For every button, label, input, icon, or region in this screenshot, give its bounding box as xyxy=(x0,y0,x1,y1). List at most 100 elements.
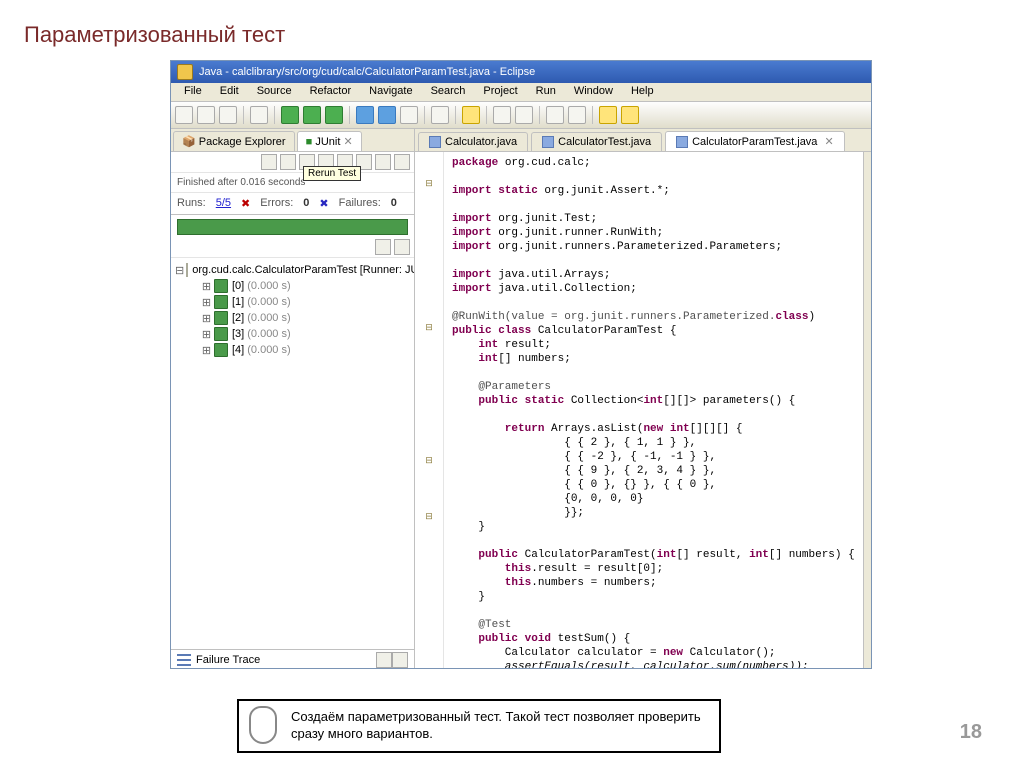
code-content[interactable]: package org.cud.calc; import static org.… xyxy=(444,152,863,669)
menu-help[interactable]: Help xyxy=(622,83,663,101)
menu-source[interactable]: Source xyxy=(248,83,301,101)
editor-area: Calculator.java CalculatorTest.java Calc… xyxy=(415,129,872,669)
forward-icon[interactable] xyxy=(621,106,639,124)
caption-box: Создаём параметризованный тест. Такой те… xyxy=(237,699,721,753)
compare-icon[interactable] xyxy=(376,652,392,668)
search-icon[interactable] xyxy=(431,106,449,124)
pin-icon[interactable] xyxy=(375,154,391,170)
suite-icon xyxy=(186,263,188,277)
gear-icon[interactable] xyxy=(462,106,480,124)
tree-test[interactable]: ⊞[1](0.000 s) xyxy=(173,294,412,310)
tab-package-explorer[interactable]: 📦 Package Explorer xyxy=(173,131,295,151)
code-editor[interactable]: ⊟ ⊟ ⊟ ⊟ package org.cud.calc; import sta… xyxy=(415,152,872,669)
tree-test[interactable]: ⊞[3](0.000 s) xyxy=(173,326,412,342)
junit-counts: Runs: 5/5 ✖Errors: 0 ✖Failures: 0 xyxy=(171,193,414,215)
toolbar-sep xyxy=(455,106,456,124)
menu-refactor[interactable]: Refactor xyxy=(301,83,361,101)
titlebar[interactable]: Java - calclibrary/src/org/cud/calc/Calc… xyxy=(171,61,871,83)
scroll-lock-icon[interactable] xyxy=(394,239,410,255)
vertical-scrollbar[interactable] xyxy=(863,152,872,669)
toolbar-sep xyxy=(349,106,350,124)
tree-test[interactable]: ⊞[0](0.000 s) xyxy=(173,278,412,294)
menu-navigate[interactable]: Navigate xyxy=(360,83,421,101)
tree-root[interactable]: ⊟org.cud.calc.CalculatorParamTest [Runne… xyxy=(173,262,412,278)
task2-icon[interactable] xyxy=(515,106,533,124)
menu-file[interactable]: File xyxy=(175,83,211,101)
java-file-icon xyxy=(429,136,441,148)
gutter[interactable]: ⊟ ⊟ ⊟ ⊟ xyxy=(415,152,444,669)
save-all-icon[interactable] xyxy=(219,106,237,124)
build-icon[interactable] xyxy=(250,106,268,124)
menubar: File Edit Source Refactor Navigate Searc… xyxy=(171,83,871,102)
menu-search[interactable]: Search xyxy=(422,83,475,101)
editor-tab-calculator[interactable]: Calculator.java xyxy=(418,132,528,151)
junit-toolbar xyxy=(171,152,414,173)
run-icon[interactable] xyxy=(303,106,321,124)
ed-tab-label: CalculatorTest.java xyxy=(558,136,651,148)
tree-test[interactable]: ⊞[2](0.000 s) xyxy=(173,310,412,326)
failures-value: 0 xyxy=(391,197,397,210)
runs-label: Runs: xyxy=(177,197,206,210)
failure-trace-label: Failure Trace xyxy=(196,654,260,666)
back-icon[interactable] xyxy=(599,106,617,124)
menu-icon[interactable] xyxy=(394,154,410,170)
test-label: [2] xyxy=(232,312,244,324)
tree-test[interactable]: ⊞[4](0.000 s) xyxy=(173,342,412,358)
test-label: [4] xyxy=(232,344,244,356)
errors-value: 0 xyxy=(303,197,309,210)
new-icon[interactable] xyxy=(175,106,193,124)
java-file-icon xyxy=(676,136,688,148)
filter-icon[interactable] xyxy=(392,652,408,668)
toolbar-sep xyxy=(539,106,540,124)
test-time: (0.000 s) xyxy=(247,280,290,292)
toolbar-sep xyxy=(486,106,487,124)
layout-icon[interactable] xyxy=(375,239,391,255)
runs-value: 5/5 xyxy=(216,197,231,210)
tab-junit[interactable]: ■ JUnit ✕ xyxy=(297,131,362,151)
new-package-icon[interactable] xyxy=(356,106,374,124)
tree-label: org.cud.calc.CalculatorParamTest [Runner… xyxy=(192,264,414,276)
eclipse-icon xyxy=(177,64,193,80)
errors-label: Errors: xyxy=(260,197,293,210)
open-type-icon[interactable] xyxy=(400,106,418,124)
toolbar xyxy=(171,102,871,129)
test-label: [3] xyxy=(232,328,244,340)
next-fail-icon[interactable] xyxy=(261,154,277,170)
debug-icon[interactable] xyxy=(281,106,299,124)
eclipse-window: Java - calclibrary/src/org/cud/calc/Calc… xyxy=(170,60,872,669)
run-last-icon[interactable] xyxy=(325,106,343,124)
junit-view: 📦 Package Explorer ■ JUnit ✕ Finished af… xyxy=(171,129,415,669)
menu-run[interactable]: Run xyxy=(527,83,565,101)
close-icon[interactable]: ✕ xyxy=(824,135,833,148)
editor-tab-paramtest[interactable]: CalculatorParamTest.java✕ xyxy=(665,131,845,151)
slide-title: Параметризованный тест xyxy=(24,22,285,48)
junit-progress xyxy=(177,219,408,235)
ed-tab-label: Calculator.java xyxy=(445,136,517,148)
menu-edit[interactable]: Edit xyxy=(211,83,248,101)
mark2-icon[interactable] xyxy=(568,106,586,124)
test-pass-icon xyxy=(214,279,228,293)
new-class-icon[interactable] xyxy=(378,106,396,124)
toolbar-sep xyxy=(274,106,275,124)
junit-tree[interactable]: ⊟org.cud.calc.CalculatorParamTest [Runne… xyxy=(171,258,414,649)
toolbar-sep xyxy=(592,106,593,124)
menu-window[interactable]: Window xyxy=(565,83,622,101)
menu-project[interactable]: Project xyxy=(474,83,526,101)
caption-text: Создаём параметризованный тест. Такой те… xyxy=(291,709,709,743)
tree-toolbar xyxy=(171,239,414,258)
editor-tab-calculatortest[interactable]: CalculatorTest.java xyxy=(531,132,662,151)
failure-trace-panel[interactable]: Failure Trace xyxy=(171,649,414,669)
junit-status: Finished after 0.016 seconds xyxy=(171,173,414,193)
mouse-icon xyxy=(249,706,277,746)
view-tabs: 📦 Package Explorer ■ JUnit ✕ xyxy=(171,129,414,152)
save-icon[interactable] xyxy=(197,106,215,124)
toolbar-sep xyxy=(243,106,244,124)
mark-icon[interactable] xyxy=(546,106,564,124)
tab-label: JUnit xyxy=(315,136,340,148)
test-pass-icon xyxy=(214,311,228,325)
task-icon[interactable] xyxy=(493,106,511,124)
page-number: 18 xyxy=(960,721,982,744)
test-time: (0.000 s) xyxy=(247,296,290,308)
prev-fail-icon[interactable] xyxy=(280,154,296,170)
test-label: [0] xyxy=(232,280,244,292)
